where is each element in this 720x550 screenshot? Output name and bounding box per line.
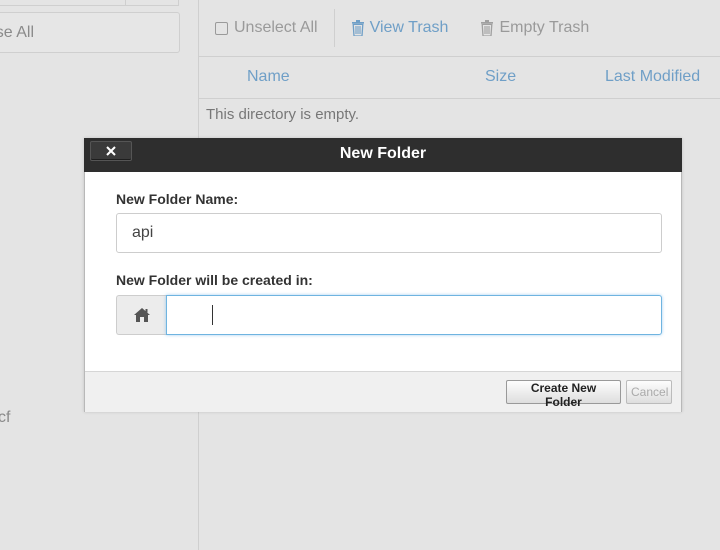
trash-icon — [351, 20, 364, 36]
new-folder-dialog: New Folder New Folder Name: New Folder w… — [84, 138, 682, 412]
sidebar-item-fragment[interactable]: cf — [0, 409, 10, 427]
folder-name-label: New Folder Name: — [116, 191, 239, 207]
create-new-folder-button[interactable]: Create New Folder — [506, 380, 621, 409]
dialog-title: New Folder — [339, 145, 427, 162]
unselect-all-label: Unselect All — [234, 19, 318, 36]
unselect-all-button[interactable]: Unselect All — [199, 0, 334, 56]
location-input[interactable] — [166, 295, 662, 335]
checkbox-icon — [215, 21, 228, 35]
column-header-last-modified[interactable]: Last Modified — [605, 68, 700, 86]
trash-icon — [481, 20, 494, 36]
dialog-header: New Folder — [84, 138, 682, 172]
empty-trash-button[interactable]: Empty Trash — [464, 0, 605, 56]
location-input-group — [116, 295, 662, 335]
collapse-all-button[interactable]: se All — [0, 12, 180, 53]
empty-directory-message: This directory is empty. — [206, 106, 360, 123]
text-caret — [212, 305, 213, 325]
home-directory-addon — [116, 295, 166, 335]
top-tab-fragment — [0, 0, 179, 6]
view-trash-button[interactable]: View Trash — [335, 0, 465, 56]
file-toolbar: Unselect All View Trash Empty Trash — [199, 0, 720, 56]
view-trash-label: View Trash — [369, 19, 449, 36]
collapse-all-label: se All — [0, 24, 34, 41]
home-icon — [133, 308, 150, 322]
file-table-header: Name Size Last Modified — [199, 56, 720, 99]
location-label: New Folder will be created in: — [116, 272, 313, 288]
folder-name-input[interactable] — [116, 213, 662, 253]
empty-trash-label: Empty Trash — [499, 19, 590, 36]
column-header-name[interactable]: Name — [247, 68, 290, 86]
dialog-footer: Create New Folder Cancel — [85, 371, 681, 412]
column-header-size[interactable]: Size — [485, 68, 516, 86]
cancel-button[interactable]: Cancel — [626, 380, 672, 404]
